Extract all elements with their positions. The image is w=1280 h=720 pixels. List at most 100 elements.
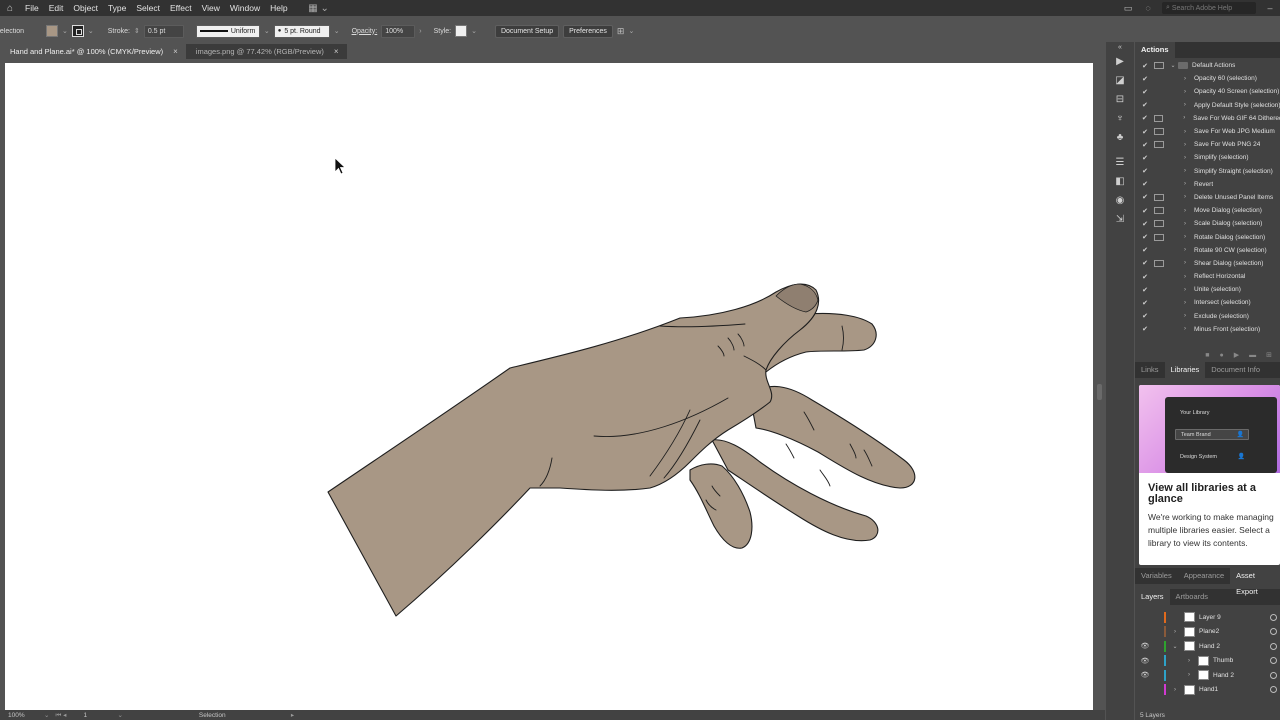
zoom-level[interactable]: 100% bbox=[8, 712, 38, 719]
visibility-eye-icon[interactable]: 👁 bbox=[1138, 642, 1152, 650]
target-circle-icon[interactable] bbox=[1270, 613, 1277, 621]
menu-type[interactable]: Type bbox=[103, 0, 131, 16]
chevron-down-icon[interactable]: ⌄ bbox=[471, 27, 477, 35]
chevron-right-icon[interactable]: › bbox=[1180, 221, 1190, 227]
puppet-icon[interactable]: ♆ bbox=[1106, 109, 1134, 128]
dialog-toggle[interactable] bbox=[1154, 313, 1164, 320]
menu-edit[interactable]: Edit bbox=[44, 0, 69, 16]
layer-name[interactable]: Layer 9 bbox=[1199, 614, 1221, 621]
tab-document-info[interactable]: Document Info bbox=[1205, 362, 1266, 378]
check-icon[interactable]: ✔ bbox=[1139, 207, 1151, 215]
preferences-button[interactable]: Preferences bbox=[563, 24, 613, 38]
layer-name[interactable]: Hand 2 bbox=[1213, 672, 1234, 679]
chevron-right-icon[interactable]: › bbox=[1180, 326, 1190, 332]
close-icon[interactable]: × bbox=[334, 47, 339, 56]
chevron-right-icon[interactable]: › bbox=[1180, 260, 1190, 266]
action-row[interactable]: ✔ › Minus Front (selection) bbox=[1135, 323, 1280, 336]
dialog-toggle[interactable] bbox=[1154, 75, 1164, 82]
chevron-right-icon[interactable]: › bbox=[1180, 234, 1190, 240]
check-icon[interactable]: ✔ bbox=[1139, 128, 1151, 136]
action-row[interactable]: ✔ › Save For Web PNG 24 bbox=[1135, 138, 1280, 151]
tab-hand-and-plane[interactable]: Hand and Plane.ai* @ 100% (CMYK/Preview)… bbox=[0, 44, 186, 59]
tab-asset-export[interactable]: Asset Export bbox=[1230, 568, 1280, 596]
layer-name[interactable]: Plane2 bbox=[1199, 628, 1219, 635]
check-icon[interactable]: ✔ bbox=[1139, 75, 1151, 83]
action-row[interactable]: ✔ › Intersect (selection) bbox=[1135, 296, 1280, 309]
action-row[interactable]: ✔ › Revert bbox=[1135, 178, 1280, 191]
check-icon[interactable]: ✔ bbox=[1139, 88, 1151, 96]
play-icon[interactable]: ▶ bbox=[1234, 351, 1239, 359]
check-icon[interactable]: ✔ bbox=[1139, 180, 1151, 188]
discover-icon[interactable]: ◌ bbox=[1142, 3, 1154, 13]
layer-row[interactable]: 👁 › Hand 2 bbox=[1135, 668, 1280, 683]
action-row[interactable]: ✔ › Save For Web JPG Medium bbox=[1135, 125, 1280, 138]
dialog-toggle[interactable] bbox=[1154, 207, 1164, 215]
dialog-toggle[interactable] bbox=[1153, 114, 1164, 122]
action-row[interactable]: ✔ › Simplify Straight (selection) bbox=[1135, 165, 1280, 178]
expand-toggle-icon[interactable]: ⌄ bbox=[1170, 643, 1180, 650]
expand-toggle-icon[interactable]: › bbox=[1170, 629, 1180, 635]
check-icon[interactable]: ✔ bbox=[1139, 299, 1151, 307]
check-icon[interactable]: ✔ bbox=[1139, 246, 1151, 254]
check-icon[interactable]: ✔ bbox=[1139, 154, 1151, 162]
color-icon[interactable]: ◉ bbox=[1106, 191, 1134, 210]
action-row[interactable]: ✔ › Exclude (selection) bbox=[1135, 310, 1280, 323]
chevron-down-icon[interactable]: ⌄ bbox=[1168, 62, 1178, 69]
menu-effect[interactable]: Effect bbox=[165, 0, 197, 16]
target-circle-icon[interactable] bbox=[1270, 686, 1277, 694]
dialog-toggle[interactable] bbox=[1154, 273, 1164, 280]
chevron-right-icon[interactable]: › bbox=[1180, 181, 1190, 187]
check-icon[interactable]: ✔ bbox=[1139, 193, 1151, 201]
stepper-icon[interactable]: ⇕ bbox=[134, 27, 140, 35]
check-icon[interactable]: ✔ bbox=[1139, 114, 1151, 122]
tab-actions[interactable]: Actions bbox=[1135, 42, 1175, 58]
check-icon[interactable]: ✔ bbox=[1139, 62, 1151, 70]
graphic-style-swatch[interactable] bbox=[455, 25, 468, 37]
dialog-toggle[interactable] bbox=[1154, 193, 1164, 201]
stroke-swatch[interactable] bbox=[71, 25, 84, 37]
menu-view[interactable]: View bbox=[197, 0, 225, 16]
layer-row[interactable]: › Plane2 bbox=[1135, 625, 1280, 640]
chevron-right-icon[interactable]: › bbox=[1180, 89, 1190, 95]
layer-name[interactable]: Hand 2 bbox=[1199, 643, 1220, 650]
arrange-icon[interactable]: ⊞ bbox=[617, 26, 625, 37]
fill-swatch[interactable] bbox=[46, 25, 58, 37]
opacity-label[interactable]: Opacity: bbox=[352, 28, 378, 35]
new-action-icon[interactable]: ⊞ bbox=[1266, 351, 1272, 359]
check-icon[interactable]: ✔ bbox=[1139, 259, 1151, 267]
action-row[interactable]: ✔ › Opacity 60 (selection) bbox=[1135, 72, 1280, 85]
check-icon[interactable]: ✔ bbox=[1139, 312, 1151, 320]
dialog-toggle[interactable] bbox=[1154, 259, 1164, 267]
target-circle-icon[interactable] bbox=[1270, 657, 1277, 665]
chevron-down-icon[interactable]: ⌄ bbox=[264, 27, 270, 35]
minimize-icon[interactable]: – bbox=[1264, 3, 1276, 13]
check-icon[interactable]: ✔ bbox=[1139, 273, 1151, 281]
vertical-scrollbar[interactable] bbox=[1095, 59, 1105, 710]
links-icon[interactable]: ⊟ bbox=[1106, 90, 1134, 109]
chevron-right-icon[interactable]: › bbox=[1180, 287, 1190, 293]
layer-row[interactable]: 👁 › Thumb bbox=[1135, 654, 1280, 669]
menu-lines-icon[interactable]: ☰ bbox=[1106, 153, 1134, 172]
action-row[interactable]: ✔ › Scale Dialog (selection) bbox=[1135, 217, 1280, 230]
artboard-navigation-icon[interactable]: ⏮ ◂ bbox=[55, 711, 77, 720]
chevron-down-icon[interactable]: ⌄ bbox=[62, 27, 68, 35]
check-icon[interactable]: ✔ bbox=[1139, 220, 1151, 228]
dialog-toggle[interactable] bbox=[1154, 168, 1164, 175]
opacity-input[interactable]: 100% bbox=[381, 24, 416, 38]
chevron-right-icon[interactable]: › bbox=[1180, 194, 1190, 200]
check-icon[interactable]: ✔ bbox=[1139, 141, 1151, 149]
record-icon[interactable]: ● bbox=[1220, 352, 1224, 359]
tab-appearance[interactable]: Appearance bbox=[1178, 568, 1230, 584]
arrange-documents-icon[interactable]: ▭ bbox=[1122, 3, 1134, 14]
check-icon[interactable]: ✔ bbox=[1139, 233, 1151, 241]
action-row[interactable]: ✔ › Move Dialog (selection) bbox=[1135, 204, 1280, 217]
check-icon[interactable]: ✔ bbox=[1139, 167, 1151, 175]
symbols-icon[interactable]: ♣ bbox=[1106, 128, 1134, 147]
play-icon[interactable]: ▸ bbox=[291, 711, 294, 719]
dialog-toggle[interactable] bbox=[1154, 102, 1164, 109]
chevron-down-icon[interactable]: ⌄ bbox=[88, 27, 94, 35]
chevron-right-icon[interactable]: › bbox=[419, 28, 421, 35]
menu-window[interactable]: Window bbox=[225, 0, 265, 16]
dialog-toggle[interactable] bbox=[1154, 233, 1164, 241]
chevron-right-icon[interactable]: › bbox=[1180, 300, 1190, 306]
